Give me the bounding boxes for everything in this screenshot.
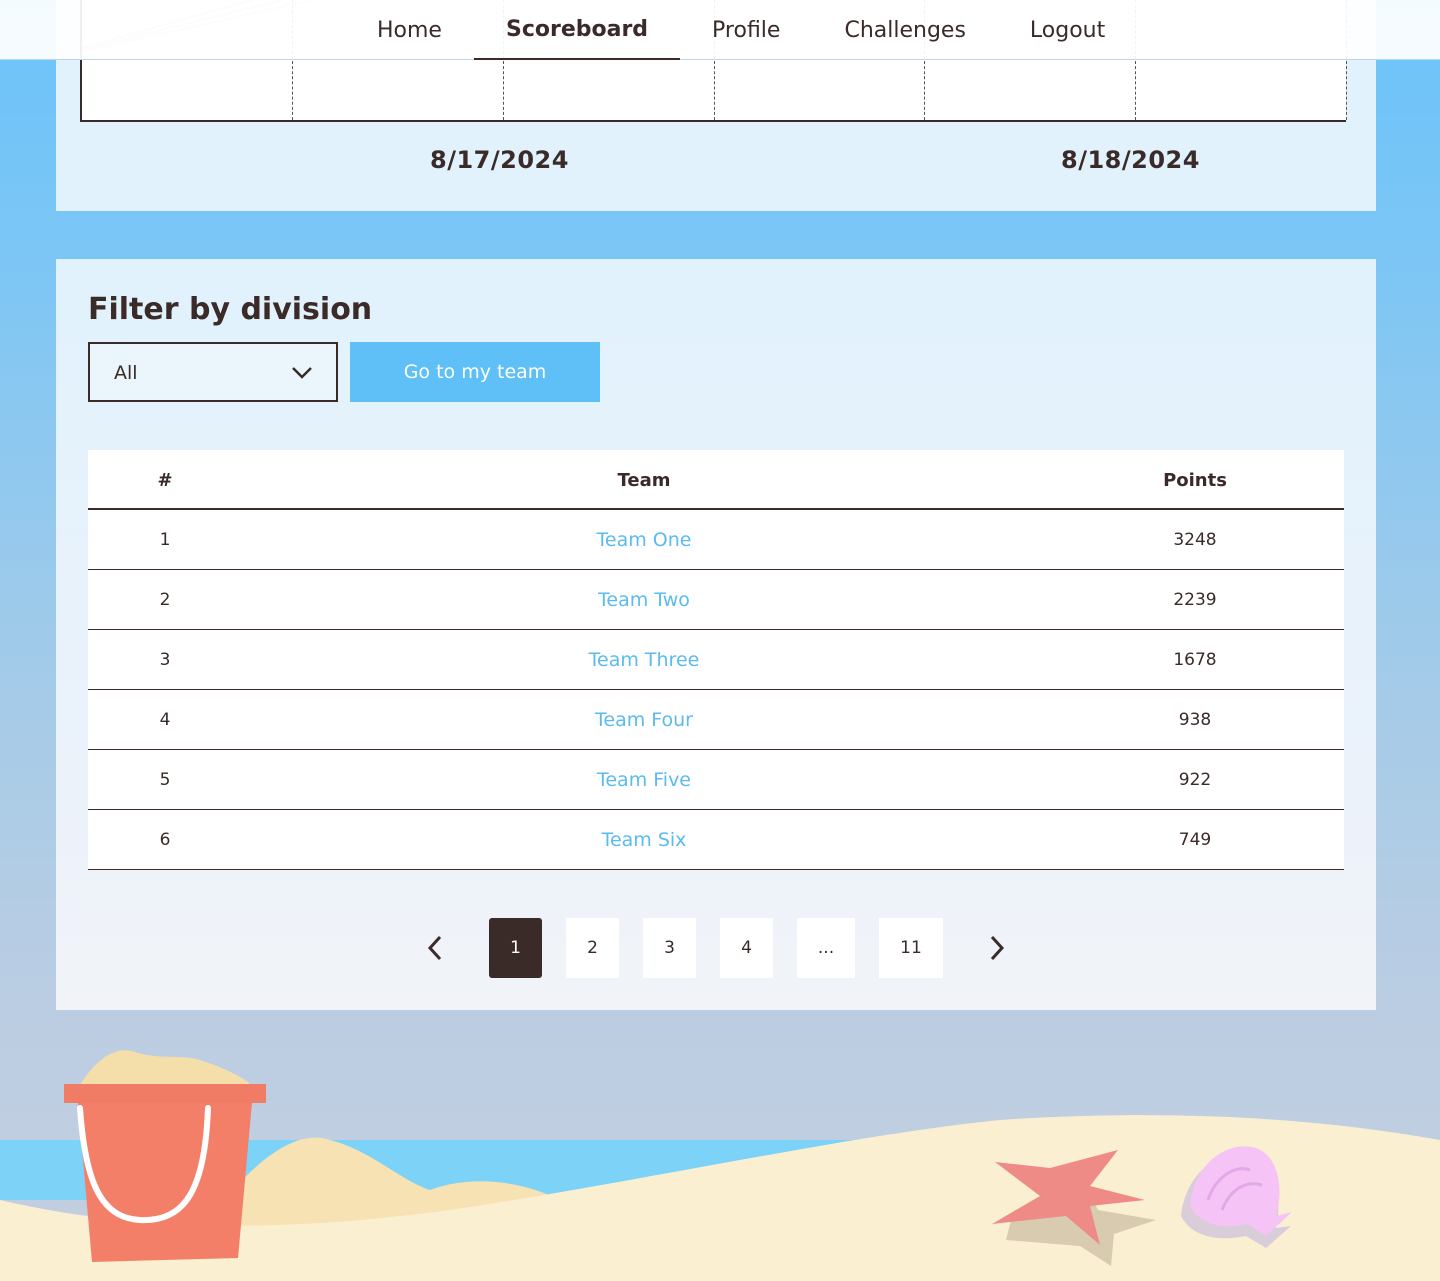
table-row: 4 Team Four 938 xyxy=(88,690,1344,750)
team-link[interactable]: Team Four xyxy=(595,709,693,731)
page-button[interactable]: 11 xyxy=(879,918,943,978)
division-select-value: All xyxy=(114,362,138,384)
points-cell: 749 xyxy=(1178,830,1212,850)
filter-title: Filter by division xyxy=(88,292,373,327)
team-link[interactable]: Team Three xyxy=(589,649,700,671)
rank-cell: 3 xyxy=(159,650,171,670)
rank-cell: 1 xyxy=(159,530,171,550)
column-header-points: Points xyxy=(1163,469,1227,491)
points-cell: 2239 xyxy=(1173,590,1217,610)
table-header-row: # Team Points xyxy=(88,450,1344,510)
team-link[interactable]: Team Six xyxy=(602,829,687,851)
table-row: 3 Team Three 1678 xyxy=(88,630,1344,690)
page-button[interactable]: 1 xyxy=(489,918,542,978)
page-button[interactable]: 3 xyxy=(643,918,696,978)
nav-item-home[interactable]: Home xyxy=(345,0,474,60)
go-to-my-team-button[interactable]: Go to my team xyxy=(350,342,600,402)
nav-menu: Home Scoreboard Profile Challenges Logou… xyxy=(345,0,1137,60)
chevron-right-icon[interactable] xyxy=(977,918,1017,978)
column-header-team: Team xyxy=(617,469,671,491)
page-ellipsis: ... xyxy=(797,918,855,978)
points-cell: 938 xyxy=(1178,710,1212,730)
chevron-left-icon[interactable] xyxy=(415,918,455,978)
scoreboard-table: # Team Points 1 Team One 3248 2 Team Two… xyxy=(88,450,1344,870)
rank-cell: 4 xyxy=(159,710,171,730)
team-link[interactable]: Team Five xyxy=(597,769,691,791)
chart-x-tick-label: 8/17/2024 xyxy=(430,146,569,174)
scoreboard-card: Filter by division All Go to my team # T… xyxy=(56,259,1376,1010)
points-cell: 922 xyxy=(1178,770,1212,790)
points-cell: 1678 xyxy=(1173,650,1217,670)
team-link[interactable]: Team One xyxy=(597,529,692,551)
column-header-rank: # xyxy=(157,469,173,491)
beach-illustration xyxy=(0,1050,1440,1281)
table-row: 6 Team Six 749 xyxy=(88,810,1344,870)
division-select[interactable]: All xyxy=(88,342,338,402)
team-link[interactable]: Team Two xyxy=(598,589,690,611)
nav-item-logout[interactable]: Logout xyxy=(998,0,1137,60)
points-cell: 3248 xyxy=(1173,530,1217,550)
nav-item-profile[interactable]: Profile xyxy=(680,0,812,60)
rank-cell: 2 xyxy=(159,590,171,610)
page-button[interactable]: 4 xyxy=(720,918,773,978)
bucket-rim xyxy=(64,1084,266,1103)
rank-cell: 6 xyxy=(159,830,171,850)
chevron-down-icon xyxy=(290,360,314,388)
table-row: 5 Team Five 922 xyxy=(88,750,1344,810)
rank-cell: 5 xyxy=(159,770,171,790)
top-navigation: Home Scoreboard Profile Challenges Logou… xyxy=(0,0,1440,60)
chart-x-tick-label: 8/18/2024 xyxy=(1061,146,1200,174)
page-button[interactable]: 2 xyxy=(566,918,619,978)
pagination: 1 2 3 4 ... 11 xyxy=(56,918,1376,978)
table-row: 1 Team One 3248 xyxy=(88,510,1344,570)
table-row: 2 Team Two 2239 xyxy=(88,570,1344,630)
nav-item-scoreboard[interactable]: Scoreboard xyxy=(473,0,681,60)
nav-item-challenges[interactable]: Challenges xyxy=(812,0,997,60)
bucket-icon xyxy=(78,1103,252,1262)
